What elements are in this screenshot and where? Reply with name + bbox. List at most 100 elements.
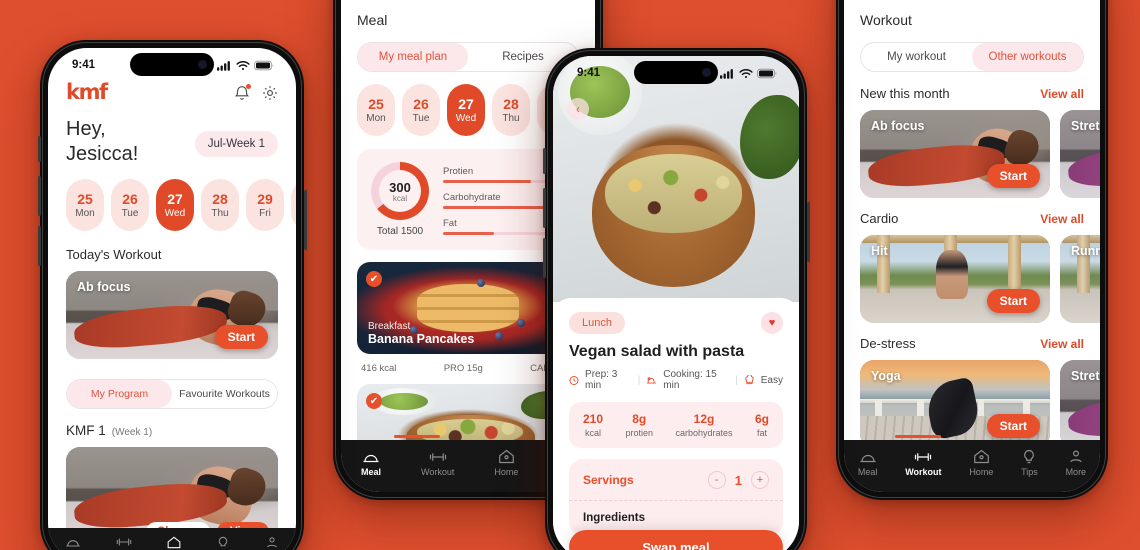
day-chip[interactable]: 28 Thu (201, 179, 239, 231)
workout-card[interactable]: Yoga Start (860, 360, 1050, 448)
day-chip[interactable]: 29 Fri (246, 179, 284, 231)
signal-icon (720, 68, 733, 79)
workout-card[interactable]: Stretch (1060, 360, 1100, 448)
meal-type-tag: Lunch (569, 312, 625, 334)
tab-meal[interactable] (65, 536, 81, 548)
home-day-selector[interactable]: 25 Mon 26 Tue 27 Wed 28 Thu 29 Fri 30 Sa… (66, 179, 296, 231)
clock-icon (569, 375, 579, 385)
day-chip[interactable]: 30 Sat (291, 179, 296, 231)
status-time: 9:41 (577, 67, 601, 79)
todays-workout-title: Today's Workout (66, 247, 162, 262)
home-tabbar[interactable] (48, 528, 296, 550)
tab-my-workout[interactable]: My workout (861, 43, 972, 71)
day-chip-selected[interactable]: 27 Wed (156, 179, 194, 231)
recipe-hero-image (553, 56, 799, 302)
increase-button[interactable]: + (751, 471, 769, 489)
bell-icon[interactable] (234, 84, 251, 101)
tab-tips[interactable]: Tips (1021, 449, 1038, 477)
dynamic-island (634, 61, 718, 84)
workout-tabs[interactable]: My workout Other workouts (860, 42, 1084, 72)
chef-hat-icon (745, 374, 754, 384)
workout-card[interactable]: Running (1060, 235, 1100, 323)
tab-workout[interactable] (116, 536, 132, 548)
tab-home[interactable] (166, 536, 182, 549)
ingredients-heading: Ingredients (583, 512, 645, 524)
meal-type: Breakfast (368, 321, 411, 332)
day-chip[interactable]: 26 Tue (111, 179, 149, 231)
workout-card[interactable]: Ab focus Start (860, 110, 1050, 198)
start-button[interactable]: Start (986, 289, 1040, 313)
battery-icon (254, 60, 274, 70)
meal-checked-icon[interactable]: ✔ (366, 271, 382, 287)
tab-more[interactable]: More (1066, 449, 1086, 477)
day-chip[interactable]: 25 Mon (66, 179, 104, 231)
phone-recipe: 9:41 ‹ Lunch ♥ Vegan salad with pasta Pr… (542, 48, 810, 550)
tab-other-workouts[interactable]: Other workouts (972, 43, 1083, 71)
tab-favourite-workouts[interactable]: Favourite Workouts (172, 380, 277, 408)
tab-workout[interactable]: Workout (905, 450, 942, 477)
servings-value: 1 (734, 472, 742, 488)
greeting: Hey, Jesicca! (66, 118, 139, 165)
nutrition-fat: 6g fat (754, 412, 769, 438)
program-week: (Week 1) (111, 427, 153, 438)
gear-icon[interactable] (262, 85, 278, 101)
recipe-meta: Prep: 3 min | Cooking: 15 min | Easy (569, 369, 783, 391)
mockup-stage: Meal My meal plan Recipes 25 Mon 26 Tue … (0, 0, 1140, 550)
nutrition-row: 210 kcal 8g protien 12g carbohydrates 6g… (569, 402, 783, 448)
meal-checked-icon[interactable]: ✔ (366, 393, 382, 409)
recipe-title: Vegan salad with pasta (569, 343, 745, 360)
total-calories: Total 1500 (376, 226, 424, 237)
tab-home[interactable]: Home (494, 449, 518, 477)
week-selector-chip[interactable]: Jul-Week 1 (194, 131, 278, 157)
quantity-stepper[interactable]: - 1 + (707, 471, 769, 489)
nutrition-kcal: 210 kcal (583, 412, 604, 438)
day-chip[interactable]: 28 Thu (492, 84, 530, 136)
tab-meal[interactable]: Meal (361, 450, 381, 477)
start-button[interactable]: Start (986, 164, 1040, 188)
meal-name: Banana Pancakes (368, 332, 475, 346)
decrease-button[interactable]: - (707, 471, 726, 489)
phone-home: 9:41 kmf Hey, Jesicca! Jul-Week 1 25 Mon… (37, 40, 307, 550)
scroll-indicator (394, 435, 441, 438)
calorie-donut: 300 kcal (371, 162, 429, 220)
start-button[interactable]: Start (214, 325, 268, 349)
tab-my-program[interactable]: My Program (67, 380, 172, 408)
swap-meal-button[interactable]: Swap meal (569, 530, 783, 550)
battery-icon (757, 68, 777, 78)
program-tabs[interactable]: My Program Favourite Workouts (66, 379, 278, 409)
meal-tabs[interactable]: My meal plan Recipes (357, 42, 579, 72)
back-arrow-icon[interactable]: ‹ (567, 98, 589, 120)
tab-meal[interactable]: Meal (858, 450, 877, 477)
phone-workout: Workout My workout Other workouts New th… (836, 0, 1108, 500)
day-chip[interactable]: 25 Mon (357, 84, 395, 136)
start-button[interactable]: Start (986, 414, 1040, 438)
signal-icon (217, 60, 230, 71)
day-chip-selected[interactable]: 27 Wed (447, 84, 485, 136)
view-all-link[interactable]: View all (1040, 212, 1084, 226)
program-title: KMF 1 (66, 423, 106, 438)
view-all-link[interactable]: View all (1040, 87, 1084, 101)
app-logo: kmf (66, 80, 108, 104)
workout-screen: Workout My workout Other workouts New th… (844, 0, 1100, 492)
status-time: 9:41 (72, 59, 96, 71)
view-all-link[interactable]: View all (1040, 337, 1084, 351)
tab-tips[interactable] (216, 536, 230, 549)
todays-workout-card[interactable]: Ab focus Start (66, 271, 278, 359)
servings-box: Servings - 1 + Ingredients (569, 459, 783, 536)
meal-page-title: Meal (357, 12, 388, 28)
tab-more[interactable] (265, 536, 279, 549)
program-workout-card[interactable]: Change View (66, 447, 278, 539)
tab-home[interactable]: Home (969, 449, 993, 477)
workout-tabbar[interactable]: Meal Workout Home Tips More (844, 440, 1100, 492)
home-header: kmf (66, 82, 278, 103)
workout-page-title: Workout (860, 12, 912, 28)
nutrition-carbs: 12g carbohydrates (675, 412, 733, 438)
recipe-screen: 9:41 ‹ Lunch ♥ Vegan salad with pasta Pr… (553, 56, 799, 550)
tab-my-meal-plan[interactable]: My meal plan (358, 43, 468, 71)
workout-card[interactable]: Stretch (1060, 110, 1100, 198)
tab-workout[interactable]: Workout (421, 450, 454, 477)
nutrition-protein: 8g protien (625, 412, 654, 438)
heart-icon[interactable]: ♥ (761, 312, 783, 334)
day-chip[interactable]: 26 Tue (402, 84, 440, 136)
workout-card[interactable]: Hit Start (860, 235, 1050, 323)
